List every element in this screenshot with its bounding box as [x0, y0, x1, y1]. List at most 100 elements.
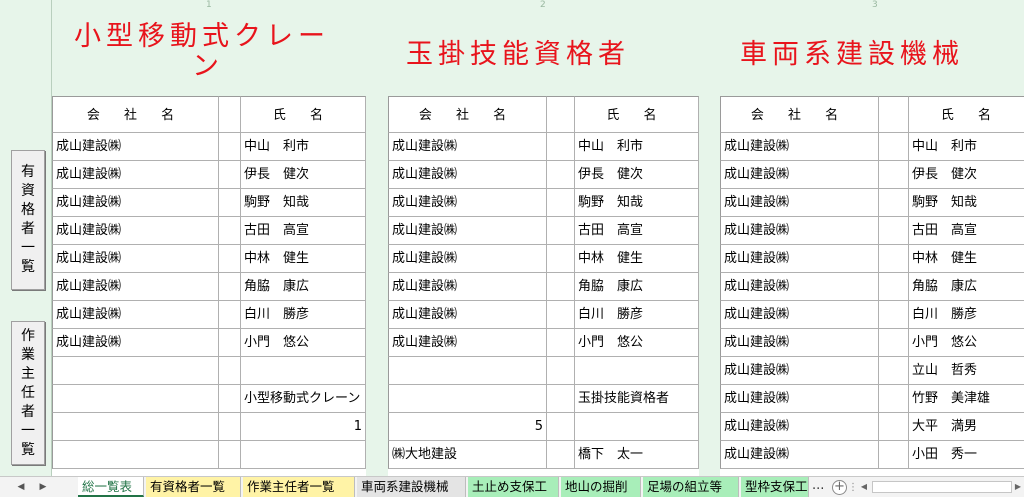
cell-company[interactable]: 成山建設㈱: [52, 161, 219, 189]
cell-gap[interactable]: [219, 273, 241, 301]
cell-gap[interactable]: [219, 245, 241, 273]
cell-company[interactable]: ㈱大地建設: [388, 441, 547, 469]
cell-company[interactable]: 成山建設㈱: [720, 357, 879, 385]
cell-company[interactable]: 成山建設㈱: [720, 441, 879, 469]
cell-gap[interactable]: [219, 413, 241, 441]
cell-company[interactable]: 成山建設㈱: [720, 273, 879, 301]
spreadsheet-grid[interactable]: 10 1 2 3 小型移動式クレー ン 玉掛技能資格者 車両系建設機械 有資格者…: [0, 0, 1024, 476]
cell-company[interactable]: 成山建設㈱: [720, 245, 879, 273]
cell-name[interactable]: 橋下 太一: [575, 441, 699, 469]
cell-gap[interactable]: [547, 133, 575, 161]
cell-gap[interactable]: [219, 161, 241, 189]
cell-name[interactable]: 白川 勝彦: [241, 301, 366, 329]
cell-name[interactable]: 立山 哲秀: [909, 357, 1024, 385]
cell-name[interactable]: 小門 悠公: [909, 329, 1024, 357]
sheet-tab[interactable]: 総一覧表: [78, 477, 144, 497]
cell-gap[interactable]: [879, 217, 909, 245]
cell-gap[interactable]: [547, 189, 575, 217]
cell-name[interactable]: 角脇 康広: [241, 273, 366, 301]
cell-company[interactable]: 成山建設㈱: [388, 329, 547, 357]
cell-company[interactable]: 成山建設㈱: [52, 133, 219, 161]
cell-gap[interactable]: [547, 413, 575, 441]
cell-name[interactable]: 玉掛技能資格者: [575, 385, 699, 413]
cell-name[interactable]: 小門 悠公: [241, 329, 366, 357]
sheet-tab[interactable]: 地山の掘削: [561, 477, 641, 497]
cell-company[interactable]: [52, 413, 219, 441]
cell-gap[interactable]: [879, 273, 909, 301]
cell-name[interactable]: 小田 秀一: [909, 441, 1024, 469]
cell-company[interactable]: 成山建設㈱: [388, 161, 547, 189]
qualified-list-button[interactable]: 有資格者一覧: [11, 150, 45, 290]
cell-gap[interactable]: [879, 413, 909, 441]
cell-name[interactable]: 古田 高宣: [241, 217, 366, 245]
sheet-tab[interactable]: 土止め支保工: [468, 477, 559, 497]
cell-gap[interactable]: [547, 441, 575, 469]
cell-company[interactable]: [388, 385, 547, 413]
cell-name[interactable]: 古田 高宣: [575, 217, 699, 245]
cell-name[interactable]: 角脇 康広: [575, 273, 699, 301]
cell-company[interactable]: [52, 441, 219, 469]
cell-gap[interactable]: [879, 133, 909, 161]
tab-more[interactable]: ...: [812, 477, 824, 497]
cell-name[interactable]: 中林 健生: [575, 245, 699, 273]
scroll-right-icon[interactable]: ▶: [1012, 481, 1024, 493]
sheet-tab[interactable]: 足場の組立等: [643, 477, 739, 497]
cell-gap[interactable]: [547, 273, 575, 301]
cell-gap[interactable]: [879, 189, 909, 217]
cell-gap[interactable]: [547, 245, 575, 273]
scroll-track[interactable]: [872, 481, 1012, 493]
cell-gap[interactable]: [219, 189, 241, 217]
cell-company[interactable]: 成山建設㈱: [720, 217, 879, 245]
cell-company[interactable]: [388, 357, 547, 385]
tab-prev-icon[interactable]: ◀: [10, 477, 32, 497]
sheet-tab[interactable]: 車両系建設機械: [357, 477, 466, 497]
cell-name[interactable]: 角脇 康広: [909, 273, 1024, 301]
cell-company[interactable]: [52, 357, 219, 385]
cell-gap[interactable]: [547, 217, 575, 245]
cell-company[interactable]: 成山建設㈱: [388, 217, 547, 245]
cell-gap[interactable]: [879, 161, 909, 189]
cell-gap[interactable]: [879, 301, 909, 329]
splitter-icon[interactable]: ⋮: [848, 482, 858, 493]
cell-name[interactable]: 1: [241, 413, 366, 441]
cell-gap[interactable]: [219, 357, 241, 385]
cell-name[interactable]: 伊長 健次: [241, 161, 366, 189]
cell-company[interactable]: 成山建設㈱: [52, 273, 219, 301]
cell-company[interactable]: 成山建設㈱: [52, 329, 219, 357]
horizontal-scrollbar[interactable]: ◀ ▶: [858, 481, 1024, 493]
cell-gap[interactable]: [879, 441, 909, 469]
cell-company[interactable]: 成山建設㈱: [388, 133, 547, 161]
tab-next-icon[interactable]: ▶: [32, 477, 54, 497]
supervisor-list-button[interactable]: 作業主任者一覧: [11, 321, 45, 465]
sheet-tab[interactable]: 型枠支保工: [741, 477, 809, 497]
cell-name[interactable]: 中林 健生: [241, 245, 366, 273]
cell-name[interactable]: [575, 413, 699, 441]
cell-name[interactable]: 竹野 美津雄: [909, 385, 1024, 413]
cell-gap[interactable]: [547, 385, 575, 413]
cell-name[interactable]: 伊長 健次: [909, 161, 1024, 189]
cell-company[interactable]: 成山建設㈱: [720, 161, 879, 189]
cell-company[interactable]: 成山建設㈱: [52, 245, 219, 273]
add-sheet-icon[interactable]: +: [832, 480, 847, 495]
cell-gap[interactable]: [219, 133, 241, 161]
cell-name[interactable]: [241, 357, 366, 385]
cell-gap[interactable]: [879, 385, 909, 413]
cell-gap[interactable]: [219, 441, 241, 469]
cell-company[interactable]: 成山建設㈱: [52, 217, 219, 245]
cell-company[interactable]: 成山建設㈱: [720, 329, 879, 357]
cell-company[interactable]: 成山建設㈱: [720, 301, 879, 329]
cell-name[interactable]: 白川 勝彦: [909, 301, 1024, 329]
cell-company[interactable]: 成山建設㈱: [720, 385, 879, 413]
cell-gap[interactable]: [219, 301, 241, 329]
cell-gap[interactable]: [879, 357, 909, 385]
cell-company[interactable]: 成山建設㈱: [388, 273, 547, 301]
cell-gap[interactable]: [547, 301, 575, 329]
cell-name[interactable]: [575, 357, 699, 385]
cell-gap[interactable]: [879, 245, 909, 273]
cell-name[interactable]: 駒野 知哉: [575, 189, 699, 217]
cell-gap[interactable]: [219, 329, 241, 357]
scroll-left-icon[interactable]: ◀: [858, 481, 870, 493]
cell-name[interactable]: 中山 利市: [909, 133, 1024, 161]
cell-name[interactable]: 中林 健生: [909, 245, 1024, 273]
cell-gap[interactable]: [547, 329, 575, 357]
